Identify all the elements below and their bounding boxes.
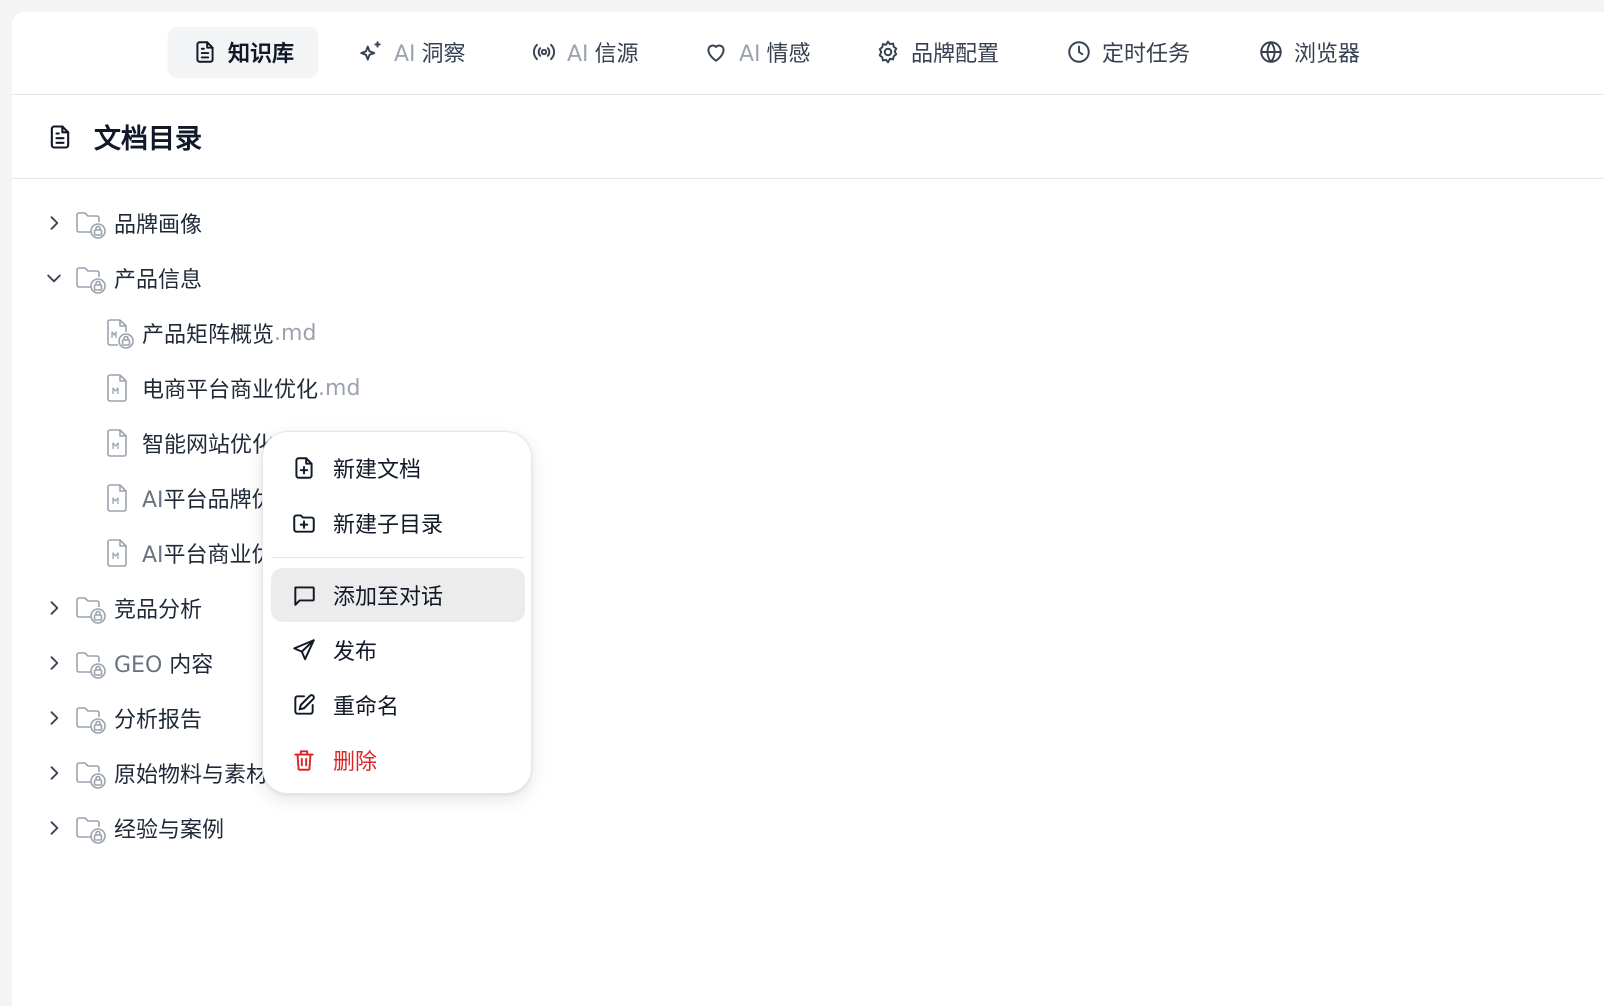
locked-folder-icon [76, 597, 106, 624]
heart-icon [707, 44, 725, 62]
markdown-file-icon [107, 374, 127, 402]
tree-item-label: 产品矩阵概览 [142, 323, 275, 348]
top-navigation: 知识库 AI 洞察 AI 信源 AI 情感 品牌配置 定时任务 浏览器 [12, 12, 1604, 95]
locked-folder-icon [76, 817, 106, 844]
tree-item-label: 平台品牌优 [163, 488, 274, 513]
delete-menu-item[interactable]: 删除 [271, 733, 525, 787]
new-subfolder-menu-item[interactable]: 新建子目录 [271, 496, 525, 550]
send-icon [293, 639, 315, 661]
broadcast-icon [533, 43, 555, 61]
file-plus-icon [295, 457, 313, 479]
tree-folder-row[interactable]: GEO 内容 [44, 643, 213, 683]
tree-item-label: 经验与案例 [114, 818, 225, 843]
tree-file-row[interactable]: 智能网站优化 [102, 423, 274, 463]
chevron-right-icon[interactable] [44, 818, 64, 838]
tree-folder-row[interactable]: 经验与案例 [44, 808, 224, 848]
menu-item-label: 添加至对话 [333, 585, 444, 610]
tree-file-row[interactable]: 产品矩阵概览 .md [102, 313, 316, 353]
ai-prefix: AI [142, 543, 164, 568]
tree-file-row[interactable]: 电商平台商业优化 .md [102, 368, 360, 408]
tree-file-row[interactable]: AI平台品牌优 [102, 478, 274, 518]
tree-item-label: 平台商业优 [163, 543, 274, 568]
tab-knowledge-base[interactable]: 知识库 [168, 27, 319, 77]
chevron-right-icon[interactable] [44, 213, 64, 233]
menu-divider [271, 557, 525, 558]
page-title: 文档目录 [94, 124, 202, 155]
markdown-file-icon [107, 484, 127, 512]
tree-item-label: 产品信息 [114, 268, 203, 293]
locked-folder-icon [76, 267, 106, 294]
tree-folder-row[interactable]: 原始物料与素材 [44, 753, 268, 793]
tab-label: 洞察 [421, 42, 466, 67]
publish-menu-item[interactable]: 发布 [271, 623, 525, 677]
folder-plus-icon [293, 514, 315, 533]
chevron-right-icon[interactable] [44, 598, 64, 618]
document-icon [50, 124, 70, 149]
tab-ai-source[interactable]: AI 信源 [507, 27, 663, 77]
trash-icon [294, 750, 314, 771]
menu-item-label: 发布 [333, 640, 378, 665]
rename-menu-item[interactable]: 重命名 [271, 678, 525, 732]
tree-item-label: 原始物料与素材 [114, 763, 269, 788]
tab-label: 信源 [594, 42, 639, 67]
tree-file-row[interactable]: AI平台商业优 [102, 533, 274, 573]
tab-browser[interactable]: 浏览器 [1234, 27, 1384, 77]
tab-label: 情感 [766, 42, 811, 67]
markdown-file-icon [107, 429, 127, 457]
tree-folder-row[interactable]: 分析报告 [44, 698, 202, 738]
tab-label: 定时任务 [1102, 42, 1191, 67]
tab-brand-config[interactable]: 品牌配置 [851, 27, 1023, 77]
tab-scheduled-tasks[interactable]: 定时任务 [1042, 27, 1214, 77]
ai-prefix: AI [394, 42, 416, 67]
app-window: 知识库 AI洞察 AI信源 AI情感 品牌配置 定时任务 浏览器 文档目录 [12, 12, 1604, 1006]
locked-folder-icon [76, 212, 106, 239]
tab-label: 品牌配置 [911, 42, 1000, 67]
tree-item-label: 品牌画像 [114, 213, 203, 238]
chevron-down-icon[interactable] [44, 268, 64, 288]
geo-prefix: GEO [114, 653, 170, 678]
globe-icon [1260, 41, 1282, 63]
add-to-chat-menu-item[interactable]: 添加至对话 [271, 568, 525, 622]
edit-icon [294, 694, 315, 715]
tab-ai-insight[interactable]: AI 洞察 [334, 27, 490, 77]
locked-folder-icon [76, 762, 106, 789]
tree-item-label: 智能网站优化 [142, 433, 275, 458]
tree-item-label: 竞品分析 [114, 598, 203, 623]
ai-prefix: AI [739, 42, 761, 67]
tree-folder-row[interactable]: 产品信息 [44, 258, 202, 298]
menu-item-label: 新建子目录 [333, 513, 444, 538]
chevron-right-icon[interactable] [44, 653, 64, 673]
chevron-right-icon[interactable] [44, 708, 64, 728]
locked-folder-icon [76, 707, 106, 734]
context-menu: 新建文档 新建子目录 添加至对话 发布 重命名 删除 [262, 431, 532, 794]
locked-markdown-file-icon [107, 319, 134, 349]
tree-item-label: 内容 [169, 653, 214, 678]
tree-item-label: 分析报告 [114, 708, 203, 733]
new-document-menu-item[interactable]: 新建文档 [271, 441, 525, 495]
menu-item-label: 新建文档 [333, 458, 422, 483]
menu-item-label: 删除 [333, 750, 378, 775]
file-extension: .md [318, 375, 361, 401]
section-header: 文档目录 [12, 95, 1604, 179]
tree-item-label: 电商平台商业优化 [142, 378, 319, 403]
tab-label: 知识库 [228, 42, 295, 67]
gear-icon [878, 40, 898, 64]
message-square-icon [294, 586, 315, 606]
ai-prefix: AI [567, 42, 589, 67]
markdown-file-icon [107, 539, 127, 567]
menu-item-label: 重命名 [333, 695, 400, 720]
chevron-right-icon[interactable] [44, 763, 64, 783]
tab-ai-sentiment[interactable]: AI 情感 [679, 27, 835, 77]
tab-label: 浏览器 [1294, 42, 1361, 67]
file-extension: .md [274, 320, 317, 346]
locked-folder-icon [76, 652, 106, 679]
tree-folder-row[interactable]: 品牌画像 [44, 203, 202, 243]
tree-folder-row[interactable]: 竞品分析 [44, 588, 202, 628]
sparkles-icon [360, 41, 381, 61]
clock-icon [1068, 41, 1090, 63]
document-icon [196, 41, 214, 63]
ai-prefix: AI [142, 488, 164, 513]
